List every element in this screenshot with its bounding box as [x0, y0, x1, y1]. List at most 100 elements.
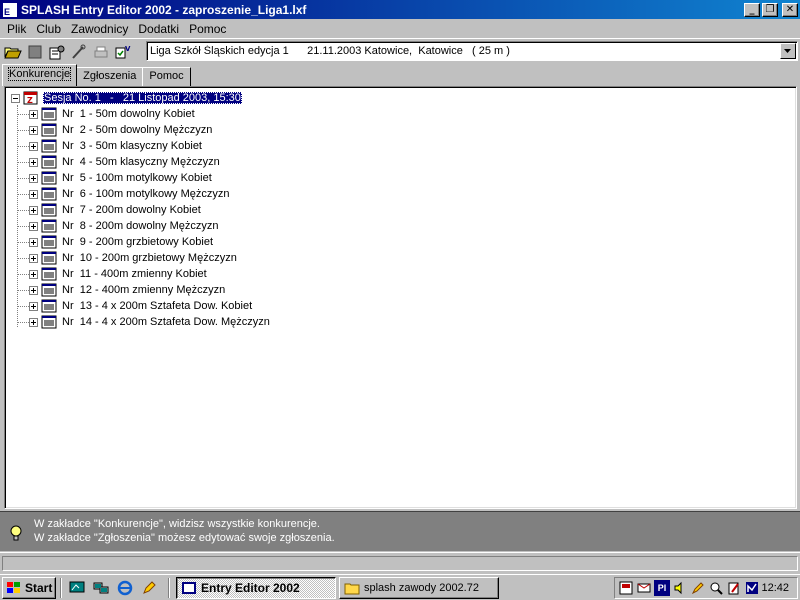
- event-node[interactable]: Nr 6 - 100m motylkowy Mężczyzn: [29, 186, 230, 202]
- event-label: Nr 2 - 50m dowolny Mężczyzn: [62, 124, 213, 136]
- event-node[interactable]: Nr 4 - 50m klasyczny Mężczyzn: [29, 154, 221, 170]
- tree-connector: [17, 274, 29, 275]
- expand-toggle[interactable]: [29, 317, 38, 327]
- event-node[interactable]: Nr 10 - 200m grzbietowy Mężczyzn: [29, 250, 238, 266]
- expand-toggle[interactable]: [29, 253, 38, 263]
- tree-connector: [17, 162, 29, 163]
- stop-button[interactable]: [24, 41, 46, 63]
- event-tree[interactable]: Z Sesja No. 1 - 21 Listopad 2003, 15:30 …: [4, 86, 797, 509]
- title-bar[interactable]: E SPLASH Entry Editor 2002 - zaproszenie…: [0, 0, 800, 19]
- menu-club[interactable]: Club: [31, 22, 66, 36]
- expand-toggle[interactable]: [29, 301, 38, 311]
- menu-pomoc[interactable]: Pomoc: [184, 22, 231, 36]
- tab-zgloszenia-label: Zgłoszenia: [83, 70, 137, 82]
- tray-volume-icon[interactable]: [672, 580, 688, 596]
- tab-zgloszenia[interactable]: Zgłoszenia: [76, 67, 144, 86]
- tray-language-indicator[interactable]: Pl: [654, 580, 670, 596]
- expand-toggle[interactable]: [29, 269, 38, 279]
- competition-selector[interactable]: Liga Szkół Śląskich edycja 1 21.11.2003 …: [146, 41, 798, 61]
- event-node[interactable]: Nr 7 - 200m dowolny Kobiet: [29, 202, 202, 218]
- event-node[interactable]: Nr 12 - 400m zmienny Mężczyzn: [29, 282, 226, 298]
- app-icon[interactable]: E: [2, 1, 18, 18]
- minimize-button[interactable]: _: [744, 2, 760, 17]
- event-node[interactable]: Nr 14 - 4 x 200m Sztafeta Dow. Mężczyzn: [29, 314, 271, 330]
- language-label: Pl: [657, 583, 667, 593]
- chevron-down-icon: [784, 48, 791, 53]
- tree-connector: [17, 226, 29, 227]
- event-list-icon: [41, 251, 57, 265]
- event-label: Nr 13 - 4 x 200m Sztafeta Dow. Kobiet: [62, 300, 253, 312]
- expand-toggle[interactable]: [29, 189, 38, 199]
- checklist-icon: V: [115, 45, 131, 58]
- tree-connector: [17, 322, 29, 323]
- event-node[interactable]: Nr 8 - 200m dowolny Mężczyzn: [29, 218, 220, 234]
- tray-network-icon[interactable]: [744, 580, 760, 596]
- svg-text:Z: Z: [27, 96, 33, 105]
- tray-edit-icon[interactable]: [726, 580, 742, 596]
- event-node[interactable]: Nr 9 - 200m grzbietowy Kobiet: [29, 234, 214, 250]
- tree-connector: [17, 210, 29, 211]
- status-cell: [2, 556, 798, 571]
- tools-button[interactable]: [68, 41, 90, 63]
- event-label: Nr 4 - 50m klasyczny Mężczyzn: [62, 156, 220, 168]
- tray-app-icon[interactable]: [618, 580, 634, 596]
- menu-dodatki[interactable]: Dodatki: [133, 22, 184, 36]
- close-button[interactable]: ✕: [782, 2, 798, 17]
- start-button[interactable]: Start: [2, 577, 56, 599]
- tab-konkurencje[interactable]: Konkurencje: [2, 64, 78, 86]
- tray-mail-icon[interactable]: [636, 580, 652, 596]
- tray-search-icon[interactable]: [708, 580, 724, 596]
- quicklaunch-show-desktop[interactable]: [68, 579, 86, 597]
- competition-selector-value: Liga Szkół Śląskich edycja 1 21.11.2003 …: [150, 45, 510, 57]
- properties-button[interactable]: [46, 41, 68, 63]
- collapse-toggle[interactable]: [11, 93, 20, 103]
- quicklaunch-browser[interactable]: [116, 579, 134, 597]
- event-node[interactable]: Nr 11 - 400m zmienny Kobiet: [29, 266, 208, 282]
- expand-toggle[interactable]: [29, 173, 38, 183]
- event-list-icon: [41, 219, 57, 233]
- expand-toggle[interactable]: [29, 125, 38, 135]
- tab-pomoc[interactable]: Pomoc: [142, 67, 191, 86]
- open-folder-button[interactable]: [2, 41, 24, 63]
- lightbulb-icon: [10, 525, 22, 541]
- event-node[interactable]: Nr 13 - 4 x 200m Sztafeta Dow. Kobiet: [29, 298, 253, 314]
- window-title: SPLASH Entry Editor 2002 - zaproszenie_L…: [21, 2, 307, 17]
- menu-zawodnicy[interactable]: Zawodnicy: [66, 22, 133, 36]
- print-button[interactable]: [90, 41, 112, 63]
- clock: 12:42: [761, 582, 789, 594]
- menu-plik[interactable]: Plik: [2, 22, 31, 36]
- tray-pen-icon[interactable]: [690, 580, 706, 596]
- expand-toggle[interactable]: [29, 285, 38, 295]
- task-entry-editor[interactable]: Entry Editor 2002: [176, 577, 336, 599]
- expand-toggle[interactable]: [29, 109, 38, 119]
- expand-toggle[interactable]: [29, 141, 38, 151]
- expand-toggle[interactable]: [29, 237, 38, 247]
- dropdown-arrow-button[interactable]: [780, 43, 796, 59]
- tree-connector: [17, 194, 29, 195]
- session-label: Sesja No. 1 - 21 Listopad 2003, 15:30: [43, 92, 242, 104]
- maximize-button[interactable]: ❐: [762, 2, 778, 17]
- expand-toggle[interactable]: [29, 157, 38, 167]
- check-button[interactable]: V: [112, 41, 134, 63]
- event-node[interactable]: Nr 3 - 50m klasyczny Kobiet: [29, 138, 203, 154]
- expand-toggle[interactable]: [29, 221, 38, 231]
- quicklaunch-tool[interactable]: [140, 579, 158, 597]
- event-node[interactable]: Nr 2 - 50m dowolny Mężczyzn: [29, 122, 213, 138]
- desktop-icon: [69, 581, 85, 593]
- quicklaunch-network[interactable]: [92, 579, 110, 597]
- session-node[interactable]: Z Sesja No. 1 - 21 Listopad 2003, 15:30: [11, 90, 242, 106]
- event-node[interactable]: Nr 1 - 50m dowolny Kobiet: [29, 106, 196, 122]
- event-label: Nr 9 - 200m grzbietowy Kobiet: [62, 236, 214, 248]
- event-list-icon: [41, 315, 57, 329]
- expand-toggle[interactable]: [29, 205, 38, 215]
- properties-icon: [49, 45, 65, 59]
- taskbar-separator: [168, 578, 170, 598]
- tree-connector: [17, 290, 29, 291]
- info-bar: W zakładce "Konkurencje", widzisz wszyst…: [0, 511, 800, 551]
- task-splash-folder[interactable]: splash zawody 2002.72: [339, 577, 499, 599]
- tree-connector: [17, 258, 29, 259]
- event-label: Nr 5 - 100m motylkowy Kobiet: [62, 172, 212, 184]
- event-label: Nr 12 - 400m zmienny Mężczyzn: [62, 284, 226, 296]
- event-node[interactable]: Nr 5 - 100m motylkowy Kobiet: [29, 170, 213, 186]
- event-list-icon: [41, 299, 57, 313]
